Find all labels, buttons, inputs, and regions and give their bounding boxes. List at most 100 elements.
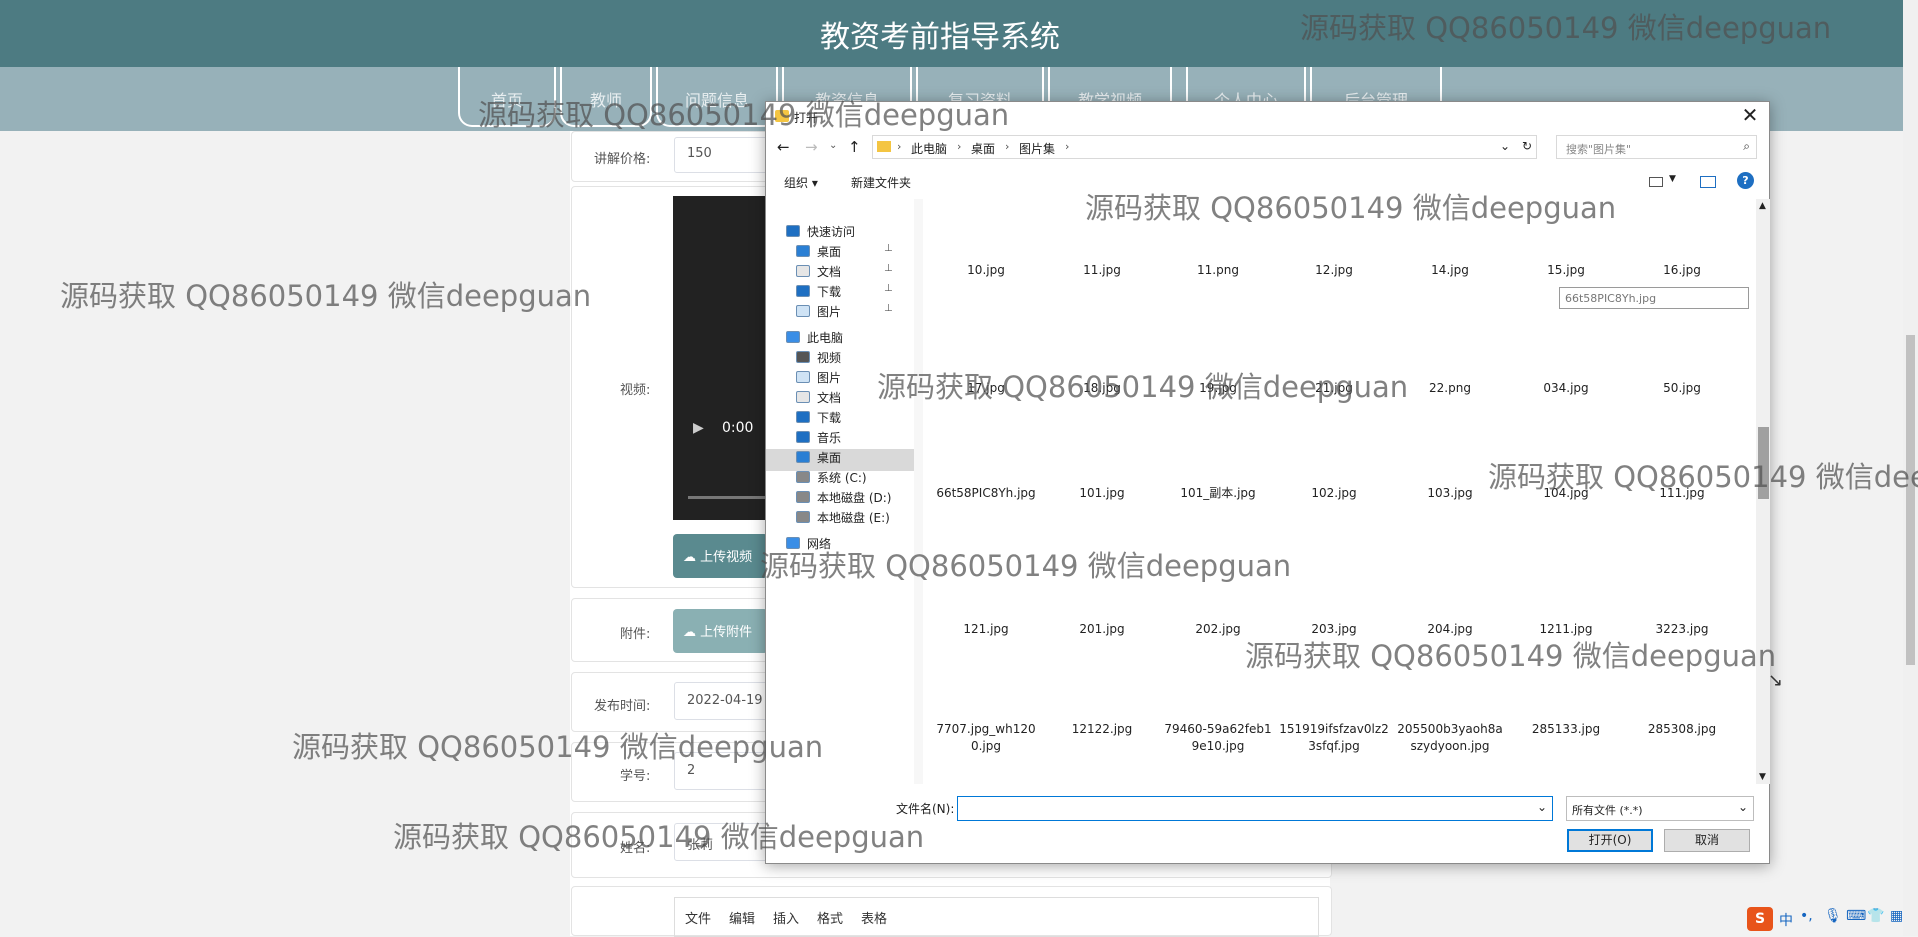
- open-button[interactable]: 打开(O): [1567, 829, 1653, 852]
- upload-attachment-button[interactable]: ☁ 上传附件: [673, 609, 768, 653]
- page-scrollbar-thumb[interactable]: [1906, 335, 1915, 665]
- upload-video-label: 上传视频: [700, 550, 753, 565]
- rename-textbox[interactable]: 66t58PIC8Yh.jpg: [1559, 287, 1749, 309]
- keyboard-icon[interactable]: ⌨: [1846, 908, 1866, 924]
- file-item[interactable]: 034.jpg: [1511, 380, 1621, 397]
- file-item[interactable]: 50.jpg: [1627, 380, 1737, 397]
- file-item[interactable]: 285308.jpg: [1627, 721, 1737, 738]
- sidebar-item[interactable]: 下载: [796, 409, 841, 431]
- file-item[interactable]: 11.png: [1163, 262, 1273, 279]
- file-item[interactable]: 10.jpg: [931, 262, 1041, 279]
- search-placeholder: 搜索"图片集": [1566, 143, 1632, 156]
- sidebar-item[interactable]: 视频: [796, 349, 841, 371]
- file-item[interactable]: 12122.jpg: [1047, 721, 1157, 738]
- sidebar-item[interactable]: 此电脑: [786, 329, 843, 351]
- file-item[interactable]: 22.png: [1395, 380, 1505, 397]
- sidebar-item[interactable]: 文档 ⊥: [796, 263, 893, 285]
- new-folder-button[interactable]: 新建文件夹: [851, 174, 911, 191]
- sidebar-item[interactable]: 图片: [796, 369, 841, 391]
- sidebar-item[interactable]: 本地磁盘 (D:): [796, 489, 891, 511]
- sidebar-item-label: 此电脑: [807, 331, 844, 345]
- breadcrumb-sep-icon: ›: [1065, 140, 1070, 153]
- file-item[interactable]: 79460-59a62feb19e10.jpg: [1163, 721, 1273, 755]
- view-options-icon[interactable]: [1649, 177, 1663, 187]
- skin-icon[interactable]: 👕: [1867, 908, 1884, 924]
- cancel-button[interactable]: 取消: [1664, 829, 1750, 852]
- view-dropdown-icon[interactable]: ▼: [1669, 174, 1676, 184]
- file-item[interactable]: 11.jpg: [1047, 262, 1157, 279]
- file-item[interactable]: 12.jpg: [1279, 262, 1389, 279]
- up-arrow-icon[interactable]: ↑: [848, 138, 861, 156]
- back-arrow-icon[interactable]: ←: [777, 138, 790, 156]
- recent-dropdown-icon[interactable]: ⌄: [829, 140, 837, 151]
- address-bar[interactable]: › 此电脑 › 桌面 › 图片集 › ⌄ ↻: [872, 135, 1537, 159]
- sidebar-item[interactable]: 下载 ⊥: [796, 283, 893, 305]
- watermark: 源码获取 QQ86050149 微信deepguan: [1488, 460, 1918, 494]
- breadcrumb-this-pc[interactable]: 此电脑: [911, 140, 947, 157]
- play-icon[interactable]: ▶: [693, 420, 704, 436]
- sidebar-item[interactable]: 图片 ⊥: [796, 303, 893, 325]
- file-item[interactable]: 201.jpg: [1047, 621, 1157, 638]
- file-item[interactable]: 16.jpg: [1627, 262, 1737, 279]
- price-label: 讲解价格:: [594, 152, 651, 167]
- desktop-icon: [796, 245, 810, 257]
- editor-menu-table[interactable]: 表格: [861, 908, 887, 927]
- breadcrumb-pictures[interactable]: 图片集: [1019, 140, 1055, 157]
- breadcrumb-sep-icon: ›: [897, 140, 902, 153]
- toolbox-icon[interactable]: ▦: [1890, 908, 1903, 924]
- editor-menu-format[interactable]: 格式: [817, 908, 843, 927]
- file-item[interactable]: 285133.jpg: [1511, 721, 1621, 738]
- sidebar-item[interactable]: 快速访问: [786, 223, 855, 245]
- editor-menu-insert[interactable]: 插入: [773, 908, 799, 927]
- watermark: 源码获取 QQ86050149 微信deepguan: [1085, 191, 1617, 225]
- folder-icon: [877, 141, 891, 152]
- filename-input[interactable]: ⌄: [957, 796, 1553, 821]
- upload-video-button[interactable]: ☁ 上传视频: [673, 534, 768, 578]
- microphone-icon[interactable]: 🎙: [1824, 908, 1842, 924]
- forward-arrow-icon[interactable]: →: [805, 138, 818, 156]
- sogou-logo-icon[interactable]: S: [1747, 907, 1773, 931]
- address-dropdown-icon[interactable]: ⌄: [1500, 139, 1510, 153]
- sidebar-item[interactable]: 桌面 ⊥: [796, 243, 893, 265]
- file-item[interactable]: 7707.jpg_wh1200.jpg: [931, 721, 1041, 755]
- sidebar-scrollbar[interactable]: [914, 199, 923, 784]
- sidebar-item[interactable]: 本地磁盘 (E:): [796, 509, 890, 531]
- document-icon: [796, 265, 810, 277]
- sidebar-item-label: 快速访问: [807, 225, 856, 239]
- close-button[interactable]: ✕: [1733, 102, 1767, 130]
- download-icon: [796, 285, 810, 297]
- filename-dropdown-icon[interactable]: ⌄: [1537, 800, 1547, 814]
- editor-menu-file[interactable]: 文件: [685, 908, 711, 927]
- punctuation-icon[interactable]: •,: [1800, 908, 1813, 924]
- help-icon[interactable]: ?: [1737, 172, 1754, 189]
- rich-text-editor[interactable]: 文件 编辑 插入 格式 表格: [674, 897, 1319, 937]
- pin-icon: ⊥: [884, 243, 893, 254]
- file-item[interactable]: 101.jpg: [1047, 485, 1157, 502]
- watermark: 源码获取 QQ86050149 微信deepguan: [393, 820, 925, 854]
- filetype-select[interactable]: 所有文件 (*.*) ⌄: [1566, 796, 1754, 821]
- file-item[interactable]: 101_副本.jpg: [1163, 485, 1273, 502]
- file-item[interactable]: 121.jpg: [931, 621, 1041, 638]
- file-item[interactable]: 14.jpg: [1395, 262, 1505, 279]
- scroll-down-icon[interactable]: ▼: [1759, 772, 1766, 782]
- refresh-icon[interactable]: ↻: [1522, 139, 1532, 153]
- preview-pane-icon[interactable]: [1700, 176, 1716, 188]
- ime-toolbar[interactable]: S 中 •, 🎙 ⌨ 👕 ▦: [1745, 904, 1918, 936]
- file-item[interactable]: 15.jpg: [1511, 262, 1621, 279]
- sidebar-item[interactable]: 文档: [796, 389, 841, 411]
- file-item[interactable]: 151919ifsfzav0lz23sfqf.jpg: [1279, 721, 1389, 755]
- file-item[interactable]: 66t58PIC8Yh.jpg: [931, 485, 1041, 502]
- ime-language[interactable]: 中: [1779, 910, 1793, 930]
- file-item[interactable]: 102.jpg: [1279, 485, 1389, 502]
- sidebar-item-label: 桌面: [817, 451, 842, 465]
- sidebar-item[interactable]: 桌面: [766, 449, 923, 471]
- sidebar-item[interactable]: 系统 (C:): [796, 469, 867, 491]
- drive-icon: [796, 511, 810, 523]
- sidebar-item[interactable]: 音乐: [796, 429, 841, 451]
- scroll-up-icon[interactable]: ▲: [1759, 201, 1766, 211]
- organize-button[interactable]: 组织 ▾: [784, 174, 818, 191]
- breadcrumb-desktop[interactable]: 桌面: [971, 140, 995, 157]
- search-input[interactable]: 搜索"图片集" ⌕: [1556, 135, 1757, 159]
- file-item[interactable]: 205500b3yaoh8aszydyoon.jpg: [1395, 721, 1505, 755]
- editor-menu-edit[interactable]: 编辑: [729, 908, 755, 927]
